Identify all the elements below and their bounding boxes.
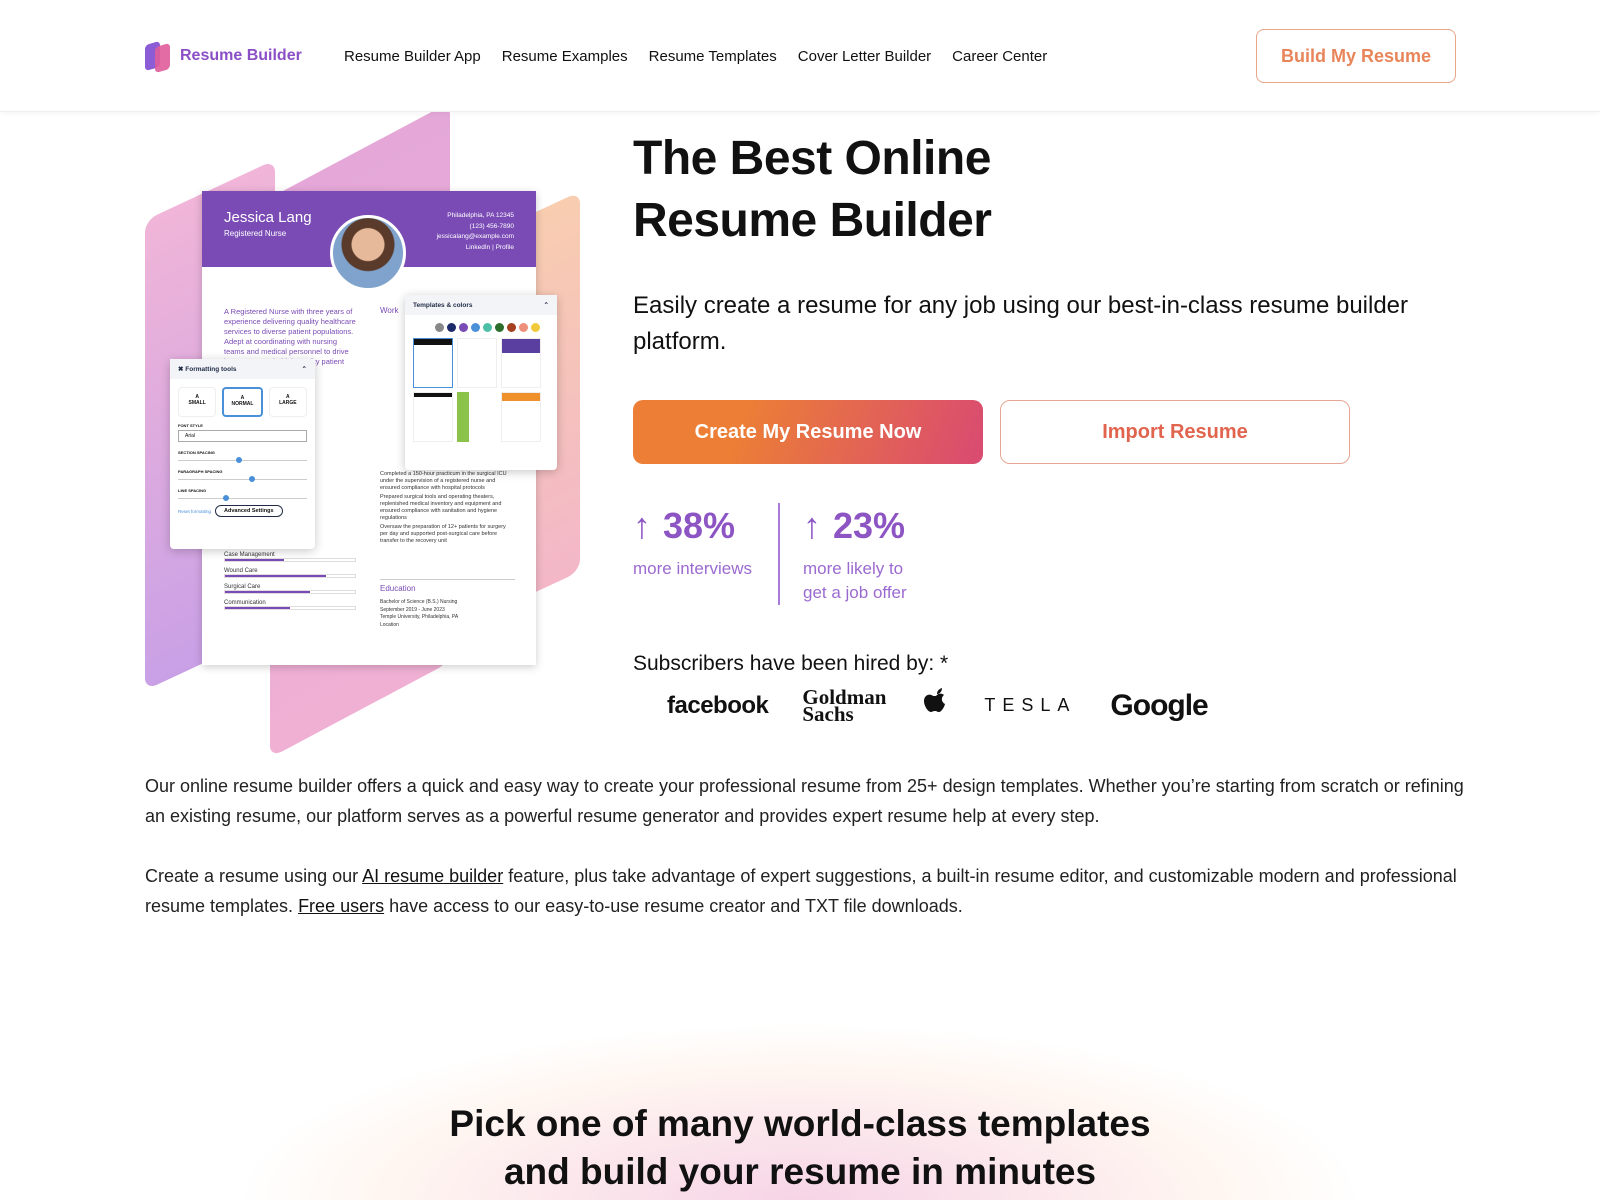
nav-link-examples[interactable]: Resume Examples	[502, 48, 628, 65]
color-swatch	[495, 323, 504, 332]
skill-bar: Case Management	[224, 552, 356, 562]
google-logo: Google	[1110, 688, 1208, 722]
hired-by-label: Subscribers have been hired by: *	[633, 652, 949, 675]
resume-contact: Philadelphia, PA 12345 (123) 456-7890 jess…	[436, 212, 514, 251]
formatting-tools-panel: ✖ Formatting tools ⌃ A SMALL A NORMAL A LARG…	[170, 359, 315, 549]
arrow-up-icon: ↑	[633, 505, 651, 546]
resume-work-heading: Work	[380, 306, 399, 315]
apple-logo	[922, 686, 950, 725]
stat-interviews: ↑ 38% more interviews	[633, 505, 753, 578]
company-logos: facebook Goldman Sachs TESLA Google	[667, 684, 1209, 726]
free-users-link[interactable]: Free users	[298, 896, 384, 916]
color-swatch	[483, 323, 492, 332]
brand-name: Resume Builder	[180, 47, 302, 64]
resume-photo	[330, 215, 406, 291]
resume-education: Education Bachelor of Science (B.S.) Nur…	[380, 579, 515, 629]
hero-title: The Best Online Resume Builder	[633, 132, 992, 247]
nav-link-career-center[interactable]: Career Center	[952, 48, 1047, 65]
templates-section-title: Pick one of many world-class templates an…	[449, 1103, 1151, 1192]
top-nav: Resume Builder Resume Builder App Resume…	[0, 0, 1600, 112]
features-paragraph: Create a resume using our AI resume buil…	[145, 866, 1457, 916]
color-swatch	[531, 323, 540, 332]
ai-resume-builder-link[interactable]: AI resume builder	[362, 866, 503, 886]
color-swatch	[519, 323, 528, 332]
color-swatch	[471, 323, 480, 332]
color-swatch	[447, 323, 456, 332]
skill-bar: Surgical Care	[224, 584, 356, 594]
color-swatch	[459, 323, 468, 332]
logo-icon	[145, 40, 171, 74]
resume-skills: Case Management Wound Care Surgical Care Co…	[224, 546, 356, 610]
nav-link-templates[interactable]: Resume Templates	[649, 48, 777, 65]
resume-role: Registered Nurse	[224, 229, 287, 238]
spacing-slider: PARAGRAPH SPACING	[178, 469, 307, 482]
hero-subtitle: Easily create a resume for any job using…	[633, 292, 1409, 355]
spacing-slider: LINE SPACING	[178, 488, 307, 501]
brand-logo[interactable]: Resume Builder	[145, 40, 302, 74]
templates-colors-panel: Templates & colors ⌃	[405, 295, 557, 470]
intro-paragraph: Our online resume builder offers a quick…	[145, 776, 1464, 826]
stat-job-offer: ↑ 23% more likely to get a job offer	[803, 505, 907, 602]
color-swatch	[507, 323, 516, 332]
arrow-up-icon: ↑	[803, 505, 821, 546]
skill-bar: Wound Care	[224, 568, 356, 578]
resume-name: Jessica Lang	[224, 209, 312, 226]
skill-bar: Communication	[224, 600, 356, 610]
goldman-sachs-logo: Goldman Sachs	[802, 684, 887, 726]
import-resume-button[interactable]: Import Resume	[1000, 400, 1350, 464]
tesla-logo: TESLA	[984, 695, 1077, 715]
nav-link-app[interactable]: Resume Builder App	[344, 48, 481, 65]
hero-illustration: Jessica Lang Registered Nurse Philadelph…	[140, 102, 590, 758]
stats-divider	[778, 503, 780, 605]
build-my-resume-button[interactable]: Build My Resume	[1256, 29, 1456, 83]
facebook-logo: facebook	[667, 691, 769, 719]
color-swatch	[435, 323, 444, 332]
resume-bullets: Completed a 150-hour practicum in the su…	[380, 471, 507, 544]
spacing-slider: SECTION SPACING	[178, 450, 307, 463]
nav-link-cover-letter[interactable]: Cover Letter Builder	[798, 48, 931, 65]
create-resume-button[interactable]: Create My Resume Now	[633, 400, 983, 464]
